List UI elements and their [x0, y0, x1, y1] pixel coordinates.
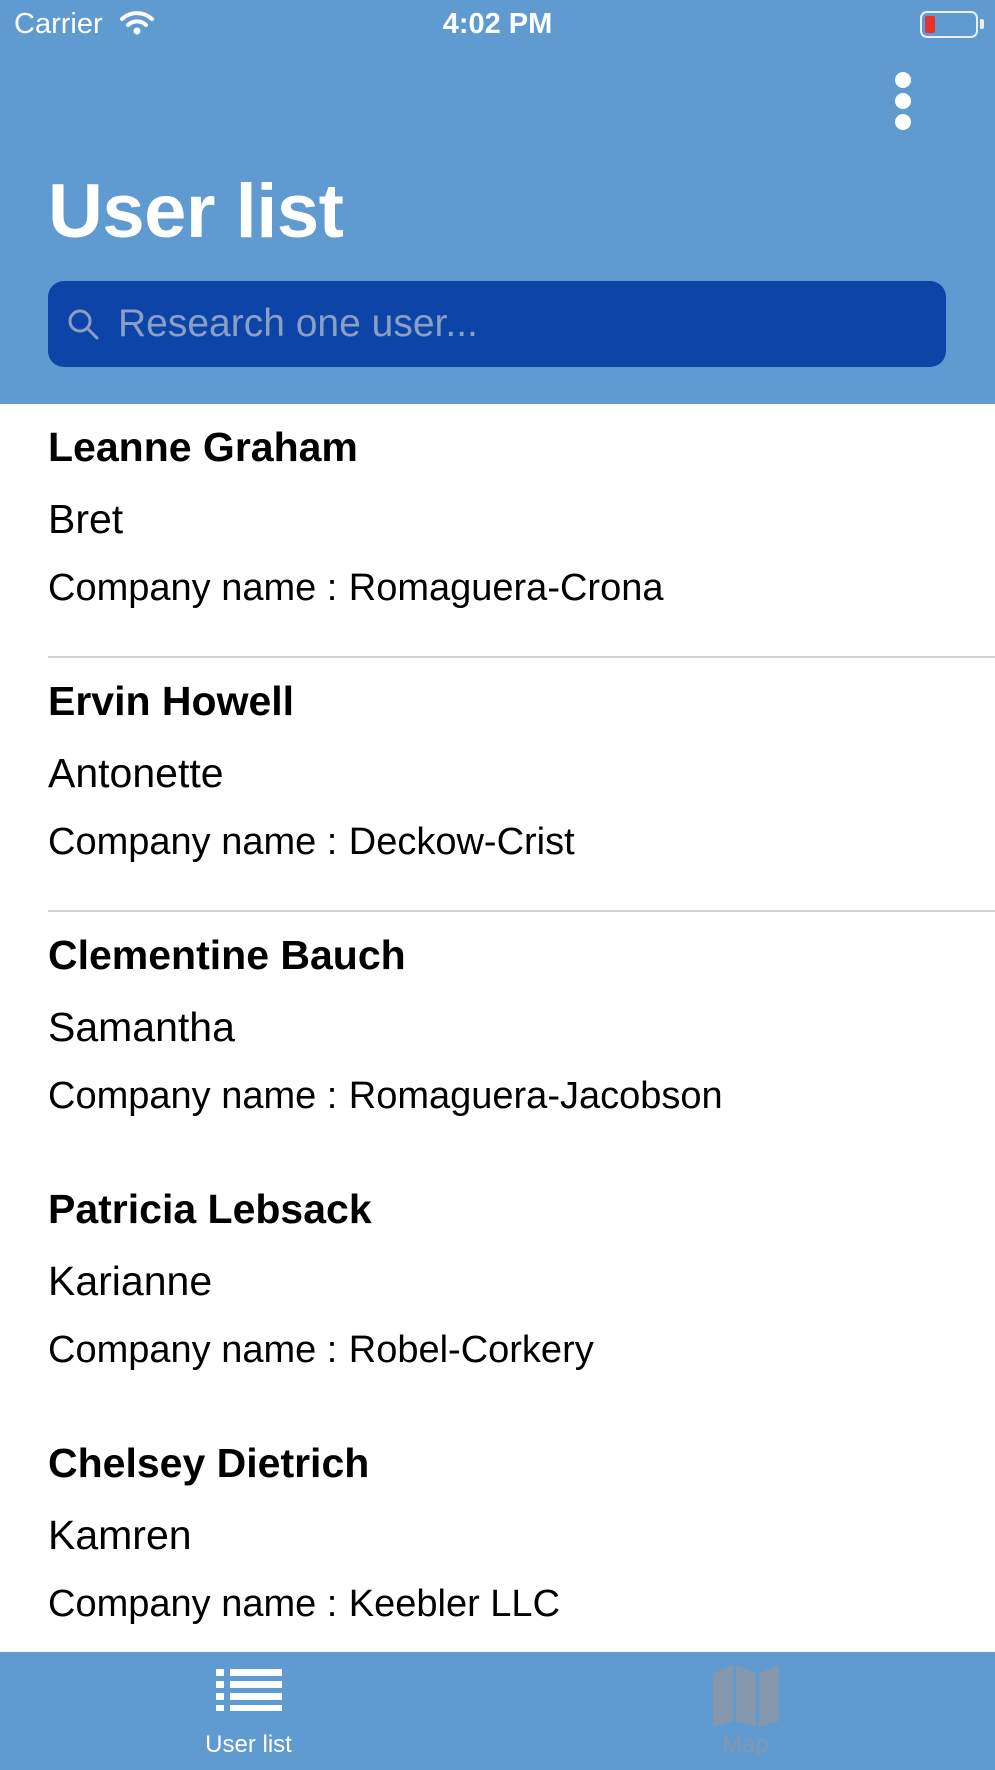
user-username: Kamren — [48, 1512, 192, 1558]
search-bar[interactable] — [48, 281, 946, 367]
status-time: 4:02 PM — [442, 8, 553, 40]
more-vertical-icon — [895, 72, 911, 88]
user-company: Company name : Deckow-Crist — [48, 821, 575, 864]
company-name: Robel-Corkery — [348, 1329, 594, 1371]
list-icon — [215, 1669, 282, 1711]
list-item[interactable]: Clementine Bauch Samantha Company name :… — [0, 912, 995, 1166]
header: Carrier 4:02 PM User list — [0, 0, 995, 404]
user-company: Company name : Romaguera-Crona — [48, 567, 663, 610]
user-list: Leanne Graham Bret Company name : Romague… — [0, 404, 995, 1652]
tab-label: Map — [722, 1731, 769, 1758]
list-item[interactable]: Leanne Graham Bret Company name : Romague… — [0, 404, 995, 658]
battery-icon — [920, 11, 978, 38]
company-label: Company name : — [48, 1329, 338, 1371]
tab-bar: User list Map — [0, 1652, 995, 1770]
user-company: Company name : Robel-Corkery — [48, 1329, 594, 1372]
battery-tip — [980, 19, 984, 29]
user-username: Antonette — [48, 750, 224, 796]
list-item[interactable]: Chelsey Dietrich Kamren Company name : Ke… — [0, 1420, 995, 1652]
tab-map[interactable]: Map — [497, 1653, 994, 1770]
user-company: Company name : Keebler LLC — [48, 1583, 560, 1626]
company-label: Company name : — [48, 1075, 338, 1117]
user-name: Leanne Graham — [48, 424, 358, 470]
more-options-button[interactable] — [880, 66, 926, 136]
list-item[interactable]: Patricia Lebsack Karianne Company name :… — [0, 1166, 995, 1420]
user-username: Karianne — [48, 1258, 213, 1304]
tab-label: User list — [205, 1731, 292, 1758]
map-icon — [712, 1665, 779, 1727]
user-username: Samantha — [48, 1004, 235, 1050]
company-name: Keebler LLC — [348, 1583, 561, 1625]
company-label: Company name : — [48, 821, 338, 863]
company-label: Company name : — [48, 567, 338, 609]
status-bar: Carrier 4:02 PM — [0, 0, 995, 50]
tab-user-list[interactable]: User list — [0, 1653, 497, 1770]
search-icon — [68, 309, 99, 340]
company-name: Romaguera-Crona — [348, 567, 664, 609]
user-company: Company name : Romaguera-Jacobson — [48, 1075, 723, 1118]
user-username: Bret — [48, 496, 124, 542]
company-name: Romaguera-Jacobson — [348, 1075, 723, 1117]
list-item[interactable]: Ervin Howell Antonette Company name : Dec… — [0, 658, 995, 912]
user-name: Chelsey Dietrich — [48, 1440, 370, 1486]
user-name: Ervin Howell — [48, 678, 295, 724]
company-name: Deckow-Crist — [348, 821, 575, 863]
page-title: User list — [48, 169, 344, 254]
company-label: Company name : — [48, 1583, 338, 1625]
user-name: Patricia Lebsack — [48, 1186, 372, 1232]
user-name: Clementine Bauch — [48, 932, 406, 978]
search-input[interactable] — [118, 281, 928, 367]
